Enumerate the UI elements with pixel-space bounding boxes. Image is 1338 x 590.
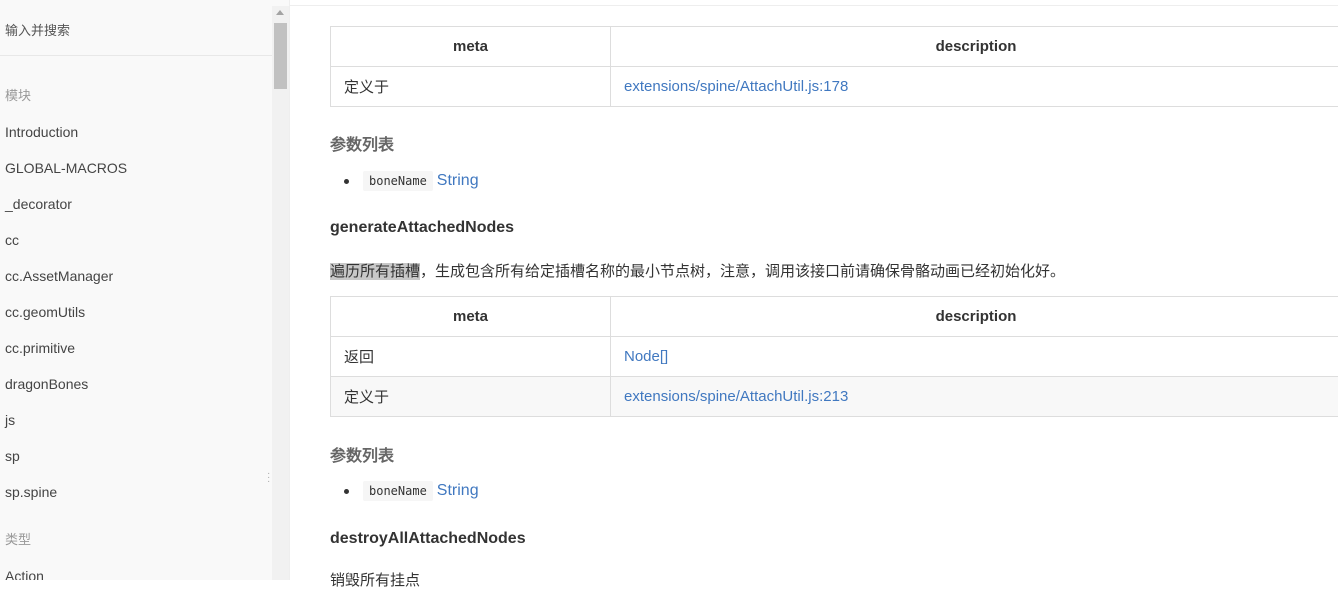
main-content: meta description 定义于 extensions/spine/At… [330, 0, 1338, 580]
sidebar-item-introduction[interactable]: Introduction [0, 114, 272, 150]
table-header-description: description [611, 297, 1338, 337]
sidebar-item-action[interactable]: Action [0, 558, 272, 580]
sidebar-item-global-macros[interactable]: GLOBAL-MACROS [0, 150, 272, 186]
meta-table-1: meta description 定义于 extensions/spine/At… [330, 26, 1338, 107]
method-title: generateAttachedNodes [330, 219, 514, 237]
modules-heading: 模块 [0, 78, 272, 114]
param-type-link[interactable]: String [437, 482, 479, 499]
description-text: ，生成包含所有给定插槽名称的最小节点树，注意，调用该接口前请确保骨骼动画已经初始… [420, 263, 1065, 280]
sidebar-item-sp-spine[interactable]: sp.spine [0, 474, 272, 510]
params-heading: 参数列表 [330, 442, 394, 466]
sidebar-nav: 模块 Introduction GLOBAL-MACROS _decorator… [0, 78, 272, 580]
table-cell-meta: 定义于 [331, 67, 611, 107]
sidebar-scrollbar[interactable] [272, 6, 289, 580]
param-name: boneName [363, 171, 433, 191]
bullet-icon [344, 179, 349, 184]
table-cell-description: extensions/spine/AttachUtil.js:213 [611, 377, 1338, 417]
return-type-link[interactable]: Node[] [624, 348, 668, 365]
scroll-thumb[interactable] [274, 23, 287, 89]
highlighted-text: 遍历所有插槽 [330, 263, 420, 280]
table-row: 定义于 extensions/spine/AttachUtil.js:213 [331, 377, 1338, 417]
method-description: 遍历所有插槽，生成包含所有给定插槽名称的最小节点树，注意，调用该接口前请确保骨骼… [330, 260, 1065, 281]
search-input[interactable] [0, 8, 260, 52]
table-header-description: description [611, 27, 1338, 67]
table-row: 定义于 extensions/spine/AttachUtil.js:178 [331, 67, 1338, 107]
param-type-link[interactable]: String [437, 172, 479, 189]
bullet-icon [344, 489, 349, 494]
param-list-item: boneNameString [344, 481, 479, 501]
table-header-meta: meta [331, 297, 611, 337]
sidebar-item-cc-primitive[interactable]: cc.primitive [0, 330, 272, 366]
sidebar-item-sp[interactable]: sp [0, 438, 272, 474]
search-box [0, 8, 272, 56]
table-cell-description: Node[] [611, 337, 1338, 377]
table-cell-meta: 返回 [331, 337, 611, 377]
param-name: boneName [363, 481, 433, 501]
params-heading: 参数列表 [330, 131, 394, 155]
sidebar-scroll-area[interactable]: 模块 Introduction GLOBAL-MACROS _decorator… [0, 0, 272, 580]
resize-handle-icon[interactable]: ··· [267, 472, 270, 484]
source-link[interactable]: extensions/spine/AttachUtil.js:213 [624, 388, 848, 405]
sidebar: 模块 Introduction GLOBAL-MACROS _decorator… [0, 0, 290, 580]
sidebar-item-dragonbones[interactable]: dragonBones [0, 366, 272, 402]
scroll-up-arrow-icon[interactable] [276, 10, 284, 15]
sidebar-item-cc-assetmanager[interactable]: cc.AssetManager [0, 258, 272, 294]
sidebar-item-js[interactable]: js [0, 402, 272, 438]
table-header-meta: meta [331, 27, 611, 67]
table-row: 返回 Node[] [331, 337, 1338, 377]
sidebar-item-cc[interactable]: cc [0, 222, 272, 258]
method-title: destroyAllAttachedNodes [330, 530, 526, 548]
sidebar-item-decorator[interactable]: _decorator [0, 186, 272, 222]
sidebar-item-cc-geomutils[interactable]: cc.geomUtils [0, 294, 272, 330]
param-list-item: boneNameString [344, 171, 479, 191]
table-cell-description: extensions/spine/AttachUtil.js:178 [611, 67, 1338, 107]
table-cell-meta: 定义于 [331, 377, 611, 417]
types-heading: 类型 [0, 522, 272, 558]
source-link[interactable]: extensions/spine/AttachUtil.js:178 [624, 78, 848, 95]
meta-table-2: meta description 返回 Node[] 定义于 extension… [330, 296, 1338, 417]
